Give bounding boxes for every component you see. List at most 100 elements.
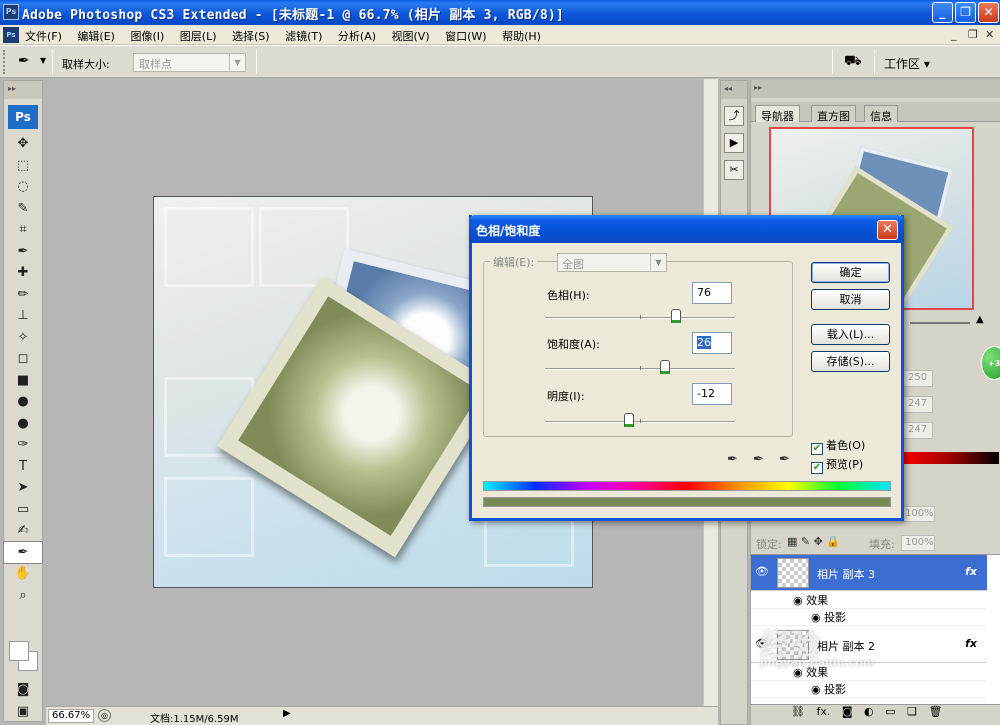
app-icon[interactable]: Ps <box>3 4 19 20</box>
zoom-in-icon[interactable]: ▲ <box>976 314 984 325</box>
fx-icon[interactable]: fx <box>965 565 977 578</box>
blur-tool-icon[interactable]: ● <box>4 391 42 413</box>
dodge-tool-icon[interactable]: ● <box>4 413 42 435</box>
toolbox-header[interactable]: ▸▸ <box>4 81 42 99</box>
slice-tool-icon[interactable]: ✒ <box>4 241 42 263</box>
floating-badge[interactable]: +3 <box>981 346 1000 380</box>
actions-panel-icon[interactable]: ▶ <box>724 133 744 153</box>
navigator-zoom-slider[interactable]: ▲ <box>896 314 996 330</box>
layer-effects-row[interactable]: ◉ 效果 <box>751 592 987 609</box>
eye-icon[interactable]: 👁 <box>755 565 769 578</box>
lightness-slider[interactable] <box>545 413 735 430</box>
pen-tool-icon[interactable]: ✑ <box>4 434 42 456</box>
menu-image[interactable]: 图像(I) <box>130 30 164 43</box>
lightness-slider-thumb[interactable] <box>623 413 634 427</box>
move-tool-icon[interactable]: ✥ <box>4 133 42 155</box>
save-button[interactable]: 存储(S)... <box>811 351 890 372</box>
foreground-color-swatch[interactable] <box>9 641 29 661</box>
lock-icons[interactable]: ▦ ✎ ✥ 🔒 <box>787 535 840 548</box>
menu-file[interactable]: 文件(F) <box>25 30 62 43</box>
lightness-input[interactable]: -12 <box>692 383 732 405</box>
shape-tool-icon[interactable]: ▭ <box>4 499 42 521</box>
color-ramp[interactable] <box>901 452 999 464</box>
workspace-menu[interactable]: 工作区 ▾ <box>884 55 930 72</box>
crop-tool-icon[interactable]: ⌗ <box>4 219 42 241</box>
eye-icon[interactable]: ◉ <box>811 683 824 696</box>
color-value-b[interactable]: 247 <box>903 422 933 439</box>
path-selection-tool-icon[interactable]: ➤ <box>4 477 42 499</box>
tool-preset-arrow-icon[interactable]: ▼ <box>40 56 46 65</box>
cancel-button[interactable]: 取消 <box>811 289 890 310</box>
doc-minimize-button[interactable]: _ <box>951 28 957 41</box>
menu-window[interactable]: 窗口(W) <box>445 30 486 43</box>
mask-icon[interactable]: ◙ <box>842 705 853 718</box>
eyedropper-tool-icon[interactable]: ✒ <box>3 540 43 564</box>
adjustment-icon[interactable]: ◐ <box>864 705 874 718</box>
clone-stamp-tool-icon[interactable]: ⊥ <box>4 305 42 327</box>
eraser-tool-icon[interactable]: ◻ <box>4 348 42 370</box>
group-icon[interactable]: ▭ <box>885 705 895 718</box>
sample-size-select[interactable]: 取样点 ▼ <box>133 53 246 72</box>
hand-tool-icon[interactable]: ✋ <box>4 563 42 585</box>
edit-select[interactable]: 全图 ▼ <box>557 253 667 272</box>
load-button[interactable]: 载入(L)... <box>811 324 890 345</box>
eyedropper-icon[interactable]: ✒ <box>18 53 30 69</box>
colorize-checkbox[interactable]: ✔ 着色(O) <box>811 437 865 455</box>
eyedropper-minus-icon[interactable]: ✒ <box>779 452 790 467</box>
ok-button[interactable]: 确定 <box>811 262 890 283</box>
ps-logo[interactable]: Ps <box>8 105 38 129</box>
hue-slider-thumb[interactable] <box>671 309 682 323</box>
fx-icon[interactable]: fx <box>965 637 977 650</box>
color-value-r[interactable]: 250 <box>903 370 933 387</box>
color-value-g[interactable]: 247 <box>903 396 933 413</box>
magic-wand-tool-icon[interactable]: ✎ <box>4 198 42 220</box>
preview-checkbox[interactable]: ✔ 预览(P) <box>811 456 863 474</box>
hue-slider[interactable] <box>545 309 735 326</box>
history-panel-icon[interactable]: ⤴ <box>724 106 744 126</box>
doc-close-button[interactable]: ✕ <box>985 28 994 41</box>
screen-mode-icon[interactable]: ▣ <box>9 701 37 723</box>
menu-analysis[interactable]: 分析(A) <box>338 30 376 43</box>
close-button[interactable]: ✕ <box>978 2 999 23</box>
healing-brush-tool-icon[interactable]: ✚ <box>4 262 42 284</box>
hue-input[interactable]: 76 <box>692 282 732 304</box>
link-icon[interactable]: ⛓ <box>791 705 805 718</box>
history-brush-tool-icon[interactable]: ✧ <box>4 327 42 349</box>
dock-header[interactable]: ▸▸ <box>751 80 1000 98</box>
fill-field[interactable]: 100% <box>901 535 935 551</box>
notes-tool-icon[interactable]: ✍ <box>4 520 42 542</box>
menu-filter[interactable]: 滤镜(T) <box>285 30 322 43</box>
status-info-icon[interactable]: ◎ <box>98 709 111 722</box>
saturation-slider-thumb[interactable] <box>659 360 670 374</box>
options-grip[interactable] <box>3 50 7 74</box>
zoom-field[interactable]: 66.67% <box>48 709 94 723</box>
tab-info[interactable]: 信息 <box>864 105 898 123</box>
menu-select[interactable]: 选择(S) <box>232 30 270 43</box>
marquee-tool-icon[interactable]: ⬚ <box>4 155 42 177</box>
eyedropper-plus-icon[interactable]: ✒ <box>753 452 764 467</box>
dialog-close-button[interactable]: ✕ <box>877 220 898 240</box>
dock-header[interactable]: ◂◂ <box>721 81 747 99</box>
bridge-icon[interactable]: ⛟ <box>844 53 866 71</box>
gradient-tool-icon[interactable]: ■ <box>4 370 42 392</box>
opacity-field[interactable]: 100% <box>901 506 935 522</box>
lasso-tool-icon[interactable]: ◌ <box>4 176 42 198</box>
tab-histogram[interactable]: 直方图 <box>811 105 856 123</box>
brush-tool-icon[interactable]: ✏ <box>4 284 42 306</box>
tab-navigator[interactable]: 导航器 <box>755 105 800 123</box>
layer-row[interactable]: 👁 相片 副本 3 fx <box>751 555 987 591</box>
new-layer-icon[interactable]: ❏ <box>907 705 917 718</box>
eye-icon[interactable]: ◉ <box>793 594 806 607</box>
layer-effect-item[interactable]: ◉ 投影 <box>751 681 987 698</box>
menu-help[interactable]: 帮助(H) <box>502 30 541 43</box>
doc-restore-button[interactable]: ❐ <box>968 28 978 41</box>
menu-edit[interactable]: 编辑(E) <box>77 30 115 43</box>
quick-mask-icon[interactable]: ◙ <box>9 679 37 701</box>
tool-presets-panel-icon[interactable]: ✂ <box>724 160 744 180</box>
menu-view[interactable]: 视图(V) <box>392 30 430 43</box>
eyedropper-icon[interactable]: ✒ <box>727 452 738 467</box>
trash-icon[interactable]: 🗑 <box>928 705 942 718</box>
menu-layer[interactable]: 图层(L) <box>180 30 217 43</box>
status-menu-arrow-icon[interactable]: ▶ <box>283 708 291 719</box>
type-tool-icon[interactable]: T <box>4 456 42 478</box>
